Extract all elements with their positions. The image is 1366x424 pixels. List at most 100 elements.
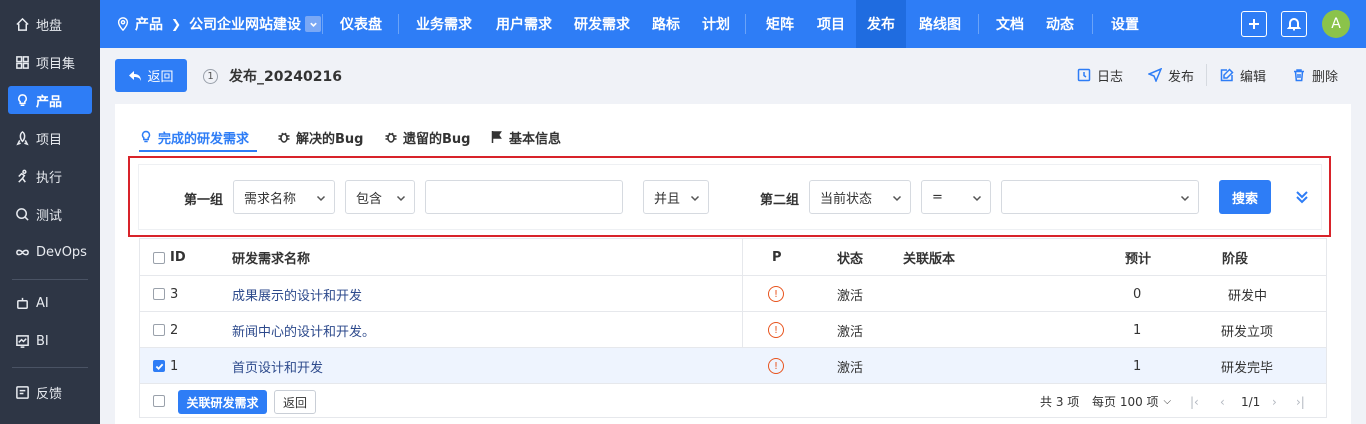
- nav-roadmark[interactable]: 路标: [645, 0, 687, 48]
- nav-user-story[interactable]: 用户需求: [488, 0, 560, 48]
- logic-select[interactable]: 并且: [643, 180, 709, 214]
- nav-settings[interactable]: 设置: [1104, 0, 1146, 48]
- chevron-down-icon: [892, 192, 902, 202]
- run-icon: [14, 168, 30, 184]
- nav-dashboard[interactable]: 仪表盘: [331, 0, 391, 48]
- bulb-icon: [14, 92, 30, 108]
- row-checkbox[interactable]: [153, 324, 165, 336]
- nav-matrix[interactable]: 矩阵: [759, 0, 801, 48]
- back-button[interactable]: 返回: [115, 59, 187, 92]
- notification-button[interactable]: [1281, 11, 1307, 37]
- priority-icon: !: [768, 358, 784, 374]
- nav-release[interactable]: 发布: [856, 0, 906, 48]
- edit-button[interactable]: 编辑: [1220, 64, 1266, 86]
- publish-button[interactable]: 发布: [1148, 64, 1194, 86]
- page-toolbar: 返回 1 发布_20240216 日志 发布 编辑 删除: [100, 48, 1366, 104]
- bulb-icon: [141, 130, 151, 143]
- row-status: 激活: [837, 288, 864, 304]
- row-estimate: 1: [1133, 358, 1142, 374]
- priority-icon: !: [768, 286, 784, 302]
- nav-project[interactable]: 项目: [810, 0, 852, 48]
- rocket-icon: [14, 130, 30, 146]
- search-form-inner: 第一组 需求名称 包含 并且 第二组 当前状态 = 搜索: [138, 164, 1322, 230]
- sidebar-item-bi[interactable]: BI: [8, 327, 92, 355]
- sidebar-item-label: 产品: [36, 94, 63, 110]
- project-dropdown-icon[interactable]: [305, 16, 322, 32]
- location-icon: [116, 17, 130, 31]
- sidebar-item-project[interactable]: 项目: [8, 124, 92, 152]
- prev-page-icon[interactable]: ‹: [1220, 384, 1225, 419]
- footer-back-button[interactable]: 返回: [274, 390, 316, 414]
- nav-dynamic[interactable]: 动态: [1039, 0, 1081, 48]
- feedback-icon: [14, 384, 30, 400]
- breadcrumb-product[interactable]: 产品: [135, 14, 163, 34]
- priority-icon: !: [768, 322, 784, 338]
- search-button[interactable]: 搜索: [1219, 180, 1271, 214]
- next-page-icon[interactable]: ›: [1272, 384, 1277, 419]
- nav-separator: [322, 14, 323, 34]
- chevron-down-icon: [1180, 192, 1190, 202]
- column-header-id[interactable]: ID: [170, 239, 186, 275]
- sidebar-item-product[interactable]: 产品: [8, 86, 92, 114]
- sidebar-item-dashboard[interactable]: 地盘: [8, 10, 92, 38]
- nav-doc[interactable]: 文档: [989, 0, 1031, 48]
- sidebar-item-program[interactable]: 项目集: [8, 48, 92, 76]
- tab-resolved-bugs[interactable]: 解决的Bug: [277, 122, 363, 152]
- column-header-status[interactable]: 状态: [837, 239, 863, 275]
- column-header-version[interactable]: 关联版本: [903, 239, 955, 275]
- logic-value: 并且: [654, 191, 681, 207]
- tab-basic-info[interactable]: 基本信息: [490, 122, 561, 152]
- log-button[interactable]: 日志: [1077, 64, 1123, 86]
- nav-roadmap[interactable]: 路线图: [912, 0, 968, 48]
- sidebar-item-test[interactable]: 测试: [8, 200, 92, 228]
- column-header-name[interactable]: 研发需求名称: [232, 239, 310, 275]
- nav-business-story[interactable]: 业务需求: [408, 0, 480, 48]
- nav-dev-story[interactable]: 研发需求: [566, 0, 638, 48]
- sidebar-item-devops[interactable]: DevOps: [8, 238, 92, 266]
- row-id: 3: [170, 286, 179, 302]
- row-name-link[interactable]: 成果展示的设计和开发: [232, 276, 362, 312]
- nav-plan[interactable]: 计划: [695, 0, 737, 48]
- sidebar-item-execution[interactable]: 执行: [8, 162, 92, 190]
- grid-icon: [14, 54, 30, 70]
- add-button[interactable]: [1241, 11, 1267, 37]
- per-page-select[interactable]: 每页 100 项 ⌵: [1092, 384, 1171, 419]
- table-row[interactable]: 1 首页设计和开发 ! 激活 1 研发完毕: [140, 347, 1326, 383]
- group1-field-select[interactable]: 需求名称: [233, 180, 335, 214]
- last-page-icon[interactable]: ›|: [1296, 384, 1305, 419]
- group2-operator-select[interactable]: =: [921, 180, 991, 214]
- group2-value-select[interactable]: [1001, 180, 1199, 214]
- group1-operator-select[interactable]: 包含: [345, 180, 415, 214]
- delete-button[interactable]: 删除: [1292, 64, 1338, 86]
- breadcrumb-project[interactable]: 公司企业网站建设: [189, 14, 301, 34]
- table-row[interactable]: 3 成果展示的设计和开发 ! 激活 0 研发中: [140, 275, 1326, 311]
- bell-icon: [1287, 18, 1301, 31]
- bug-icon: [385, 132, 397, 143]
- group2-label: 第二组: [760, 193, 800, 208]
- first-page-icon[interactable]: |‹: [1190, 384, 1199, 419]
- table-row[interactable]: 2 新闻中心的设计和开发。 ! 激活 1 研发立项: [140, 311, 1326, 347]
- expand-search-icon[interactable]: [1294, 189, 1310, 205]
- tab-left-bugs[interactable]: 遗留的Bug: [384, 122, 470, 152]
- column-header-estimate[interactable]: 预计: [1125, 239, 1151, 275]
- row-name-link[interactable]: 新闻中心的设计和开发。: [232, 312, 375, 348]
- row-name-link[interactable]: 首页设计和开发: [232, 348, 323, 384]
- avatar[interactable]: A: [1322, 10, 1350, 38]
- column-header-stage[interactable]: 阶段: [1222, 239, 1248, 275]
- nav-separator: [398, 14, 399, 34]
- sidebar-item-feedback[interactable]: 反馈: [8, 378, 92, 406]
- sidebar-item-ai[interactable]: AI: [8, 289, 92, 317]
- group1-value-input[interactable]: [425, 180, 623, 214]
- nav-separator: [745, 14, 746, 34]
- group2-field-select[interactable]: 当前状态: [809, 180, 911, 214]
- row-status: 激活: [837, 360, 864, 376]
- column-header-priority[interactable]: P: [772, 239, 782, 275]
- select-all-checkbox[interactable]: [153, 252, 165, 264]
- row-checkbox[interactable]: [153, 288, 165, 300]
- footer-select-all-checkbox[interactable]: [153, 395, 165, 407]
- tab-finished-stories[interactable]: 完成的研发需求: [139, 122, 249, 152]
- link-stories-button[interactable]: 关联研发需求: [178, 390, 267, 414]
- row-checkbox[interactable]: [153, 360, 165, 372]
- chevron-down-icon: [316, 192, 326, 202]
- tab-label: 解决的Bug: [296, 131, 364, 147]
